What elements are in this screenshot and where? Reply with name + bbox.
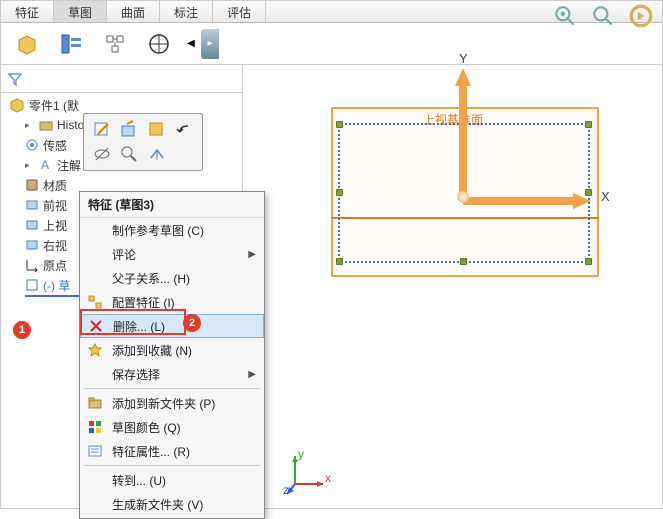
axis-y-arrow	[455, 68, 471, 198]
tree-root[interactable]: 零件1 (默	[5, 95, 238, 115]
config-icon	[87, 294, 103, 310]
tab-sketch[interactable]: 草图	[54, 1, 107, 22]
feature-manager-icon[interactable]	[49, 25, 93, 63]
cm-goto[interactable]: 转到... (U)	[80, 468, 264, 492]
dimxpert-icon[interactable]	[137, 25, 181, 63]
cm-sketch-color[interactable]: 草图颜色 (Q)	[80, 415, 264, 439]
plane-icon	[25, 198, 39, 212]
triad-y: y	[298, 448, 304, 461]
cm-parent[interactable]: 父子关系... (H)	[80, 266, 264, 290]
annot-icon: A	[39, 158, 53, 172]
toolbar-overflow-icon[interactable]: ▸	[201, 29, 219, 59]
edit-sketch-icon[interactable]	[92, 120, 112, 140]
view-triad[interactable]: x y z	[283, 448, 331, 496]
cm-header: 特征 (草图3)	[80, 192, 264, 218]
triad-x: x	[325, 471, 331, 485]
config-manager-icon[interactable]	[93, 25, 137, 63]
star-icon	[87, 342, 103, 358]
filter-row[interactable]	[1, 65, 242, 93]
cm-save-sel[interactable]: 保存选择▶	[80, 362, 264, 386]
folder-icon	[39, 118, 53, 132]
context-menu: 特征 (草图3) 制作参考草图 (C) 评论▶ 父子关系... (H) 配置特征…	[79, 191, 265, 519]
axis-y-label: Y	[459, 51, 468, 66]
sketch-icon	[25, 278, 39, 292]
axis-x-arrow	[463, 193, 591, 209]
cm-new-folder[interactable]: 生成新文件夹 (V)	[80, 492, 264, 516]
graphics-area[interactable]: 上视基准面 Y X x y z	[243, 65, 662, 508]
plane-icon	[25, 218, 39, 232]
tab-feature[interactable]: 特征	[1, 1, 54, 22]
cm-add-fav[interactable]: 添加到收藏 (N)	[80, 338, 264, 362]
filter-icon	[7, 71, 23, 87]
tab-evaluate[interactable]: 评估	[213, 1, 266, 22]
toolbar-more-icon[interactable]: ◀	[181, 38, 201, 49]
normal-to-icon[interactable]	[147, 144, 167, 164]
part-icon[interactable]	[5, 25, 49, 63]
cm-comment[interactable]: 评论▶	[80, 242, 264, 266]
hide-icon[interactable]	[92, 144, 112, 164]
svg-text:A: A	[41, 158, 49, 172]
panel-toolbar: ◀ ▸	[1, 23, 662, 65]
annotation-highlight-delete	[80, 309, 186, 335]
origin-point	[457, 191, 469, 203]
undo-icon[interactable]	[174, 120, 194, 140]
tab-surface[interactable]: 曲面	[107, 1, 160, 22]
part-icon	[9, 97, 25, 113]
edit-sketch-plane-icon[interactable]	[119, 120, 139, 140]
axis-x-label: X	[601, 189, 610, 204]
sensor-icon	[25, 138, 39, 152]
triad-z: z	[283, 483, 289, 496]
color-icon	[87, 419, 103, 435]
context-toolbar	[83, 113, 203, 171]
annotation-badge-1: 1	[13, 321, 31, 339]
zoom-to-icon[interactable]	[119, 144, 139, 164]
cm-add-folder[interactable]: 添加到新文件夹 (P)	[80, 391, 264, 415]
feature-props-icon[interactable]	[147, 120, 167, 140]
material-icon	[25, 178, 39, 192]
cm-props[interactable]: 特征属性... (R)	[80, 439, 264, 463]
props-icon	[87, 443, 103, 459]
tab-annotate[interactable]: 标注	[160, 1, 213, 22]
annotation-badge-2: 2	[183, 314, 201, 332]
cm-ref-sketch[interactable]: 制作参考草图 (C)	[80, 218, 264, 242]
origin-icon	[25, 258, 39, 272]
plane-icon	[25, 238, 39, 252]
folder-icon	[87, 395, 103, 411]
